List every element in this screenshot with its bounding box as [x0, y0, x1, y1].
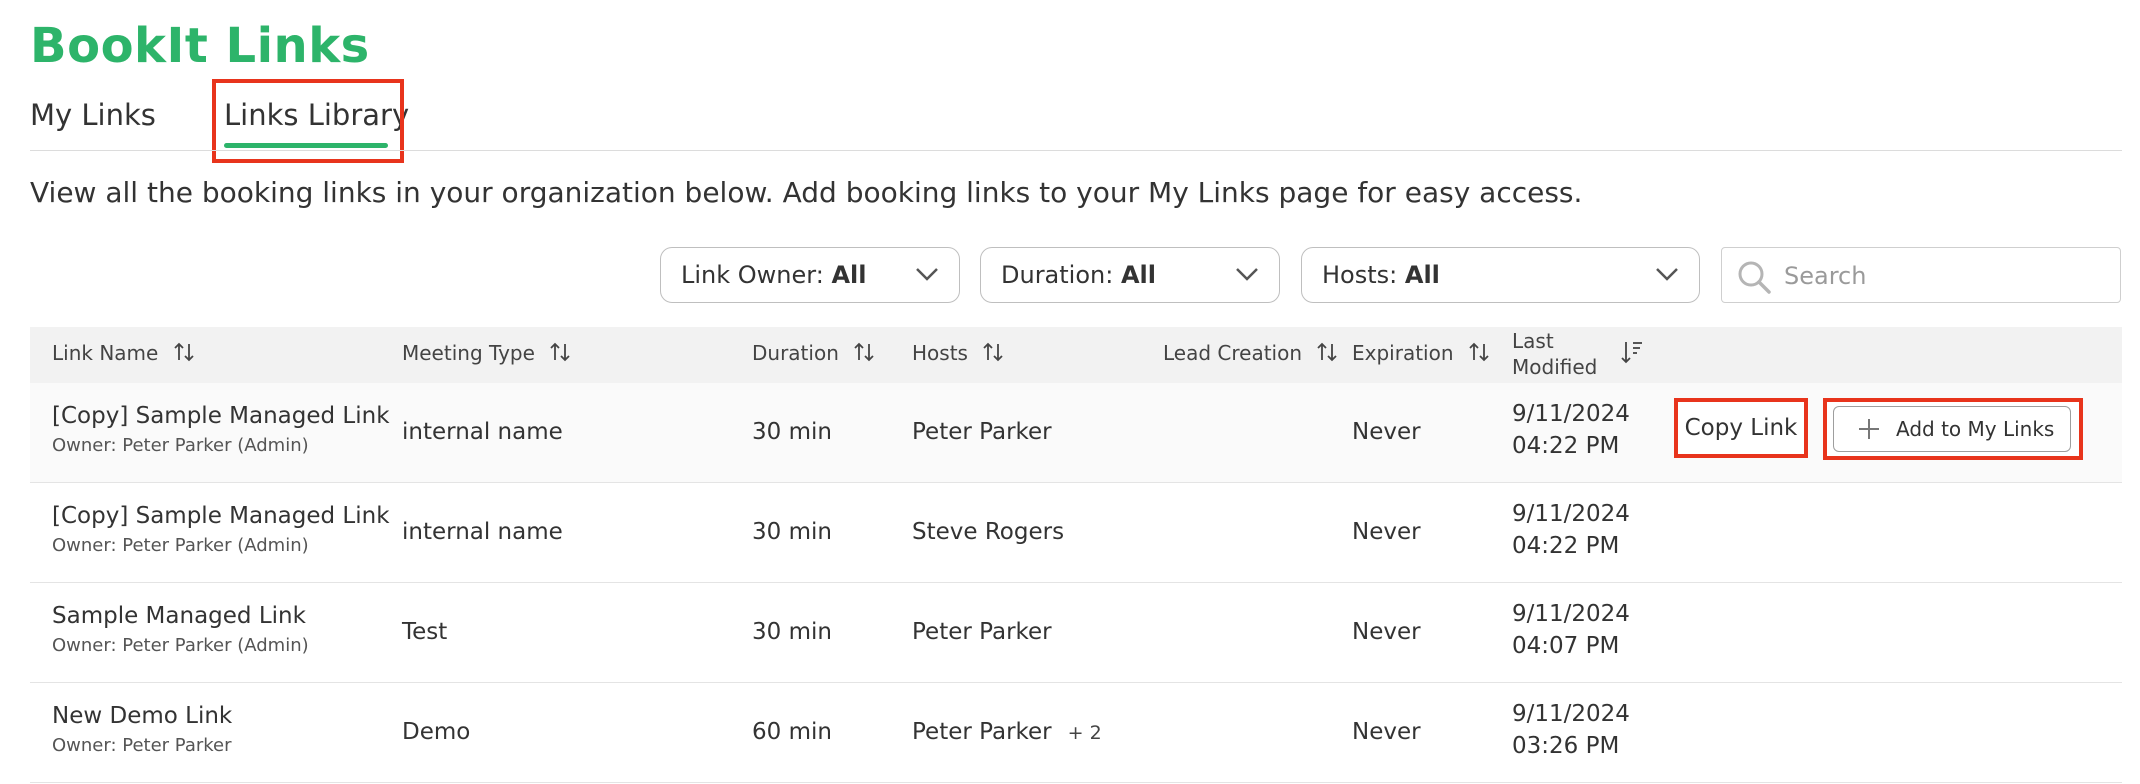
duration: 30 min	[752, 419, 832, 445]
duration: 30 min	[752, 519, 832, 545]
link-owner-filter-label: Link Owner:	[681, 261, 824, 289]
link-name: [Copy] Sample Managed Link	[52, 503, 390, 529]
table-row[interactable]: Sample Managed Link Owner: Peter Parker …	[30, 583, 2122, 683]
duration: 30 min	[752, 619, 832, 645]
search-box[interactable]	[1721, 247, 2121, 303]
add-to-my-links-highlight: Add to My Links	[1823, 398, 2083, 460]
header-duration-label: Duration	[752, 341, 839, 365]
header-hosts-label: Hosts	[912, 341, 968, 365]
expiration: Never	[1352, 419, 1421, 445]
hosts-filter[interactable]: Hosts: All	[1301, 247, 1700, 303]
modified-date: 9/11/2024	[1512, 501, 1630, 527]
modified-time: 03:26 PM	[1512, 733, 1620, 759]
sort-descending-icon[interactable]	[1620, 339, 1644, 365]
meeting-type: internal name	[402, 519, 563, 545]
header-expiration-label: Expiration	[1352, 341, 1454, 365]
header-expiration[interactable]: Expiration	[1352, 341, 1490, 365]
sort-arrows-icon[interactable]	[853, 341, 875, 363]
link-owner: Owner: Peter Parker	[52, 735, 232, 756]
table-row[interactable]: New Demo Link Owner: Peter Parker Demo 6…	[30, 683, 2122, 783]
hosts: Peter Parker	[912, 619, 1052, 645]
page-title: BookIt Links	[30, 18, 370, 74]
header-meeting-type[interactable]: Meeting Type	[402, 341, 571, 365]
modified-time: 04:22 PM	[1512, 533, 1620, 559]
link-owner: Owner: Peter Parker (Admin)	[52, 635, 309, 656]
link-owner-filter-value: All	[831, 261, 867, 289]
sort-arrows-icon[interactable]	[1468, 341, 1490, 363]
sort-arrows-icon[interactable]	[549, 341, 571, 363]
hosts: Peter Parker	[912, 419, 1052, 445]
duration: 60 min	[752, 719, 832, 745]
link-name: Sample Managed Link	[52, 603, 306, 629]
link-owner-filter[interactable]: Link Owner: All	[660, 247, 960, 303]
chevron-down-icon	[1236, 268, 1258, 281]
header-hosts[interactable]: Hosts	[912, 341, 1004, 365]
modified-date: 9/11/2024	[1512, 701, 1630, 727]
modified-time: 04:22 PM	[1512, 433, 1620, 459]
chevron-down-icon	[1656, 268, 1678, 281]
meeting-type: Demo	[402, 719, 471, 745]
header-meeting-type-label: Meeting Type	[402, 341, 535, 365]
table-row[interactable]: [Copy] Sample Managed Link Owner: Peter …	[30, 383, 2122, 483]
table-header: Link Name Meeting Type Duration Hosts Le…	[30, 327, 2122, 383]
header-last-modified[interactable]: Last Modified	[1512, 328, 1597, 380]
extra-hosts-count[interactable]: + 2	[1068, 722, 1102, 744]
link-name: [Copy] Sample Managed Link	[52, 403, 390, 429]
duration-filter[interactable]: Duration: All	[980, 247, 1280, 303]
tab-my-links[interactable]: My Links	[30, 98, 156, 132]
chevron-down-icon	[916, 268, 938, 281]
search-icon	[1738, 261, 1771, 294]
link-owner: Owner: Peter Parker (Admin)	[52, 535, 309, 556]
hosts-filter-label: Hosts:	[1322, 261, 1398, 289]
search-input[interactable]	[1782, 256, 2106, 296]
header-last-modified-label-1: Last	[1512, 329, 1554, 353]
copy-link-button[interactable]: Copy Link	[1674, 398, 1808, 458]
link-owner: Owner: Peter Parker (Admin)	[52, 435, 309, 456]
add-to-my-links-label: Add to My Links	[1896, 417, 2055, 441]
meeting-type: internal name	[402, 419, 563, 445]
expiration: Never	[1352, 719, 1421, 745]
header-duration[interactable]: Duration	[752, 341, 875, 365]
modified-date: 9/11/2024	[1512, 601, 1630, 627]
hosts-filter-value: All	[1404, 261, 1440, 289]
hosts: Peter Parker + 2	[912, 719, 1102, 745]
hosts-primary: Peter Parker	[912, 719, 1052, 745]
add-to-my-links-button[interactable]: Add to My Links	[1833, 406, 2071, 452]
duration-filter-value: All	[1120, 261, 1156, 289]
header-link-name[interactable]: Link Name	[52, 341, 195, 365]
hosts: Steve Rogers	[912, 519, 1065, 545]
tab-divider	[30, 150, 2122, 151]
sort-arrows-icon[interactable]	[1316, 341, 1338, 363]
modified-time: 04:07 PM	[1512, 633, 1620, 659]
header-link-name-label: Link Name	[52, 341, 159, 365]
link-name: New Demo Link	[52, 703, 233, 729]
meeting-type: Test	[402, 619, 448, 645]
duration-filter-label: Duration:	[1001, 261, 1114, 289]
header-lead-creation[interactable]: Lead Creation	[1163, 341, 1338, 365]
plus-icon	[1859, 419, 1879, 439]
sort-arrows-icon[interactable]	[173, 341, 195, 363]
header-last-modified-label-2: Modified	[1512, 355, 1598, 379]
header-lead-creation-label: Lead Creation	[1163, 341, 1303, 365]
page-description: View all the booking links in your organ…	[30, 176, 1583, 209]
expiration: Never	[1352, 619, 1421, 645]
sort-arrows-icon[interactable]	[982, 341, 1004, 363]
expiration: Never	[1352, 519, 1421, 545]
table-row[interactable]: [Copy] Sample Managed Link Owner: Peter …	[30, 483, 2122, 583]
modified-date: 9/11/2024	[1512, 401, 1630, 427]
